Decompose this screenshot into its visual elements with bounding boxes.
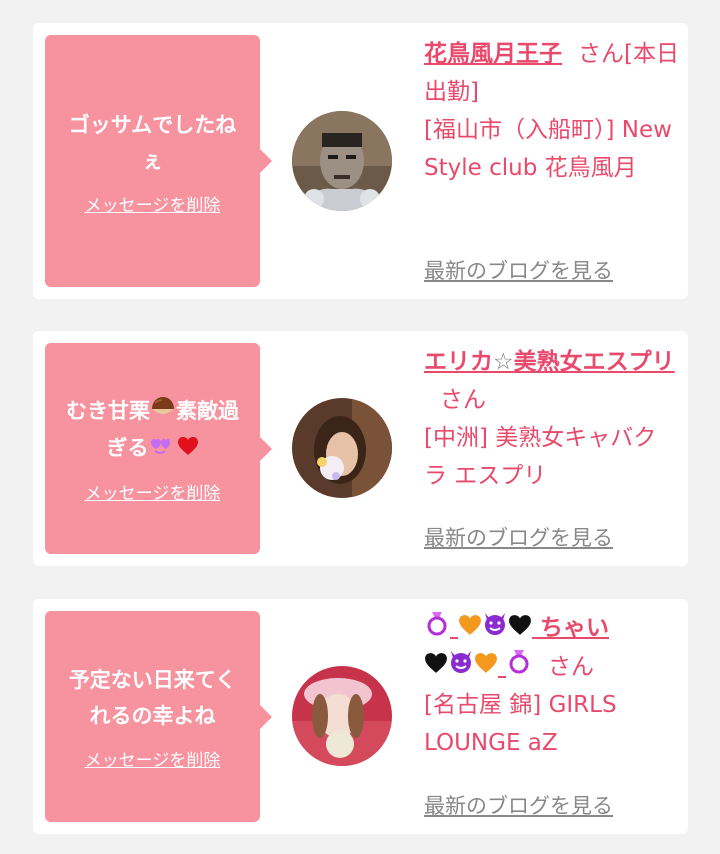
message-bubble: 予定ない日来てくれるの幸よね メッセージを削除 [45,611,272,822]
smiling-heart-eyes-emoji-icon [149,431,171,467]
delete-message-link[interactable]: メッセージを削除 [85,191,221,216]
avatar[interactable] [292,111,392,211]
delete-message-link[interactable]: メッセージを削除 [85,746,221,771]
latest-blog-link[interactable]: 最新のブログを見る [424,790,613,820]
shop-location: [中洲] 美熟女キャバクラ エスプリ [424,425,657,489]
avatar[interactable] [292,398,392,498]
message-bubble: むき甘栗 素敵過ぎる メッセージを削除 [45,343,272,554]
host-name-link[interactable]: 花鳥風月王子 [424,41,562,67]
shop-location: [福山市（入船町）] New Style club 花鳥風月 [424,117,672,181]
latest-blog-link[interactable]: 最新のブログを見る [424,255,613,285]
host-info: 花鳥風月王子 さん[本日出勤] [福山市（入船町）] New Style club… [424,35,679,187]
orange-heart-icon [474,648,498,686]
honorific: さん [440,387,486,413]
message-text: ゴッサムでしたねぇ [68,112,237,173]
ring-icon [424,610,450,648]
host-info: エリカ☆美熟女エスプリさん [中洲] 美熟女キャバクラ エスプリ [424,343,679,495]
black-heart-icon [424,648,448,686]
latest-blog-link[interactable]: 最新のブログを見る [424,522,613,552]
avatar[interactable] [292,666,392,766]
message-text: むき甘栗 素敵過ぎる [45,393,260,467]
orange-heart-icon [458,610,482,648]
shop-location: [名古屋 錦] GIRLS LOUNGE aZ [424,692,617,756]
message-card: ゴッサムでしたねぇ メッセージを削除 花鳥風月王子 さん[本日出勤] [福山市（入… [33,23,688,299]
message-text-part: むき甘栗 [66,399,150,423]
smiling-devil-icon [448,648,474,686]
message-card: むき甘栗 素敵過ぎる メッセージを削除 エリカ☆美熟女エスプリさん [中洲] 美熟… [33,331,688,566]
honorific: さん [578,41,624,67]
chestnut-emoji-icon [150,394,176,430]
ring-icon [506,648,532,686]
black-heart-icon [508,610,532,648]
host-name-link[interactable]: エリカ☆美熟女エスプリ [424,349,675,375]
message-card: 予定ない日来てくれるの幸よね メッセージを削除 ちゃい さん [名古屋 錦] G… [33,599,688,834]
delete-message-link[interactable]: メッセージを削除 [85,479,221,504]
message-text: 予定ない日来てくれるの幸よね [68,668,237,728]
message-bubble: ゴッサムでしたねぇ メッセージを削除 [45,35,272,287]
host-info: ちゃい さん [名古屋 錦] GIRLS LOUNGE aZ [424,609,679,762]
honorific: さん [548,653,595,680]
red-heart-emoji-icon [177,431,199,467]
smiling-devil-icon [482,610,508,648]
